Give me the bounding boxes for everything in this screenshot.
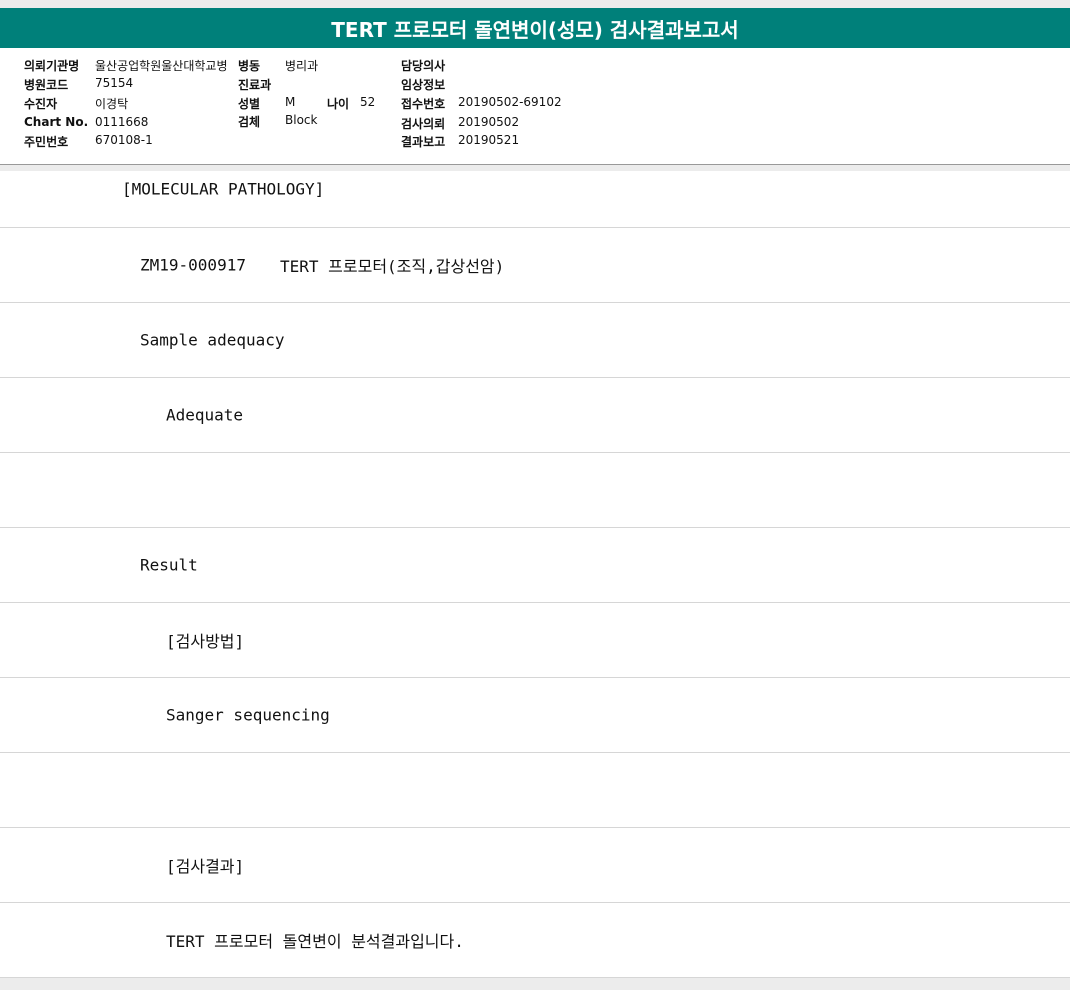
hospital-code-value: 75154 (95, 76, 134, 90)
test-id: ZM19-000917 (140, 255, 246, 275)
accession-label: 접수번호 (401, 97, 446, 111)
report-line: [검사결과] (0, 828, 1070, 903)
report-date-label: 결과보고 (401, 135, 446, 149)
result-text: TERT 프로모터 돌연변이 분석결과입니다. (166, 932, 464, 951)
chart-label: Chart No. (24, 115, 89, 129)
patient-label: 수진자 (24, 97, 58, 111)
report-line: Sanger sequencing (0, 678, 1070, 753)
patient-info-panel: 의뢰기관명 울산공업학원울산대학교병 병동 병리과 담당의사 병원코드 7515… (0, 48, 1070, 165)
accession-value: 20190502-69102 (458, 95, 562, 109)
clinical-info-label: 임상정보 (401, 78, 446, 92)
specimen-value: Block (285, 113, 318, 127)
report-body: [MOLECULAR PATHOLOGY] ZM19-000917 TERT 프… (0, 171, 1070, 978)
request-date-label: 검사의뢰 (401, 117, 446, 131)
ward-label: 병동 (238, 59, 261, 73)
report-line-empty (0, 453, 1070, 528)
method-header: [검사방법] (166, 632, 245, 651)
resident-value: 670108-1 (95, 133, 153, 147)
sample-adequacy-value: Adequate (166, 405, 244, 425)
report-line-empty (0, 753, 1070, 828)
chart-value: 0111668 (95, 115, 149, 129)
hospital-code-label: 병원코드 (24, 78, 69, 92)
department-label: 진료과 (238, 78, 272, 92)
age-value: 52 (360, 95, 376, 109)
institution-value: 울산공업학원울산대학교병 (95, 59, 228, 73)
doctor-label: 담당의사 (401, 59, 446, 73)
section-header: [MOLECULAR PATHOLOGY] (122, 179, 325, 199)
report-title: TERT 프로모터 돌연변이(성모) 검사결과보고서 (0, 8, 1070, 48)
resident-label: 주민번호 (24, 135, 69, 149)
sex-label: 성별 (238, 97, 261, 111)
report-line: [MOLECULAR PATHOLOGY] (0, 171, 1070, 228)
specimen-label: 검체 (238, 115, 261, 129)
request-date-value: 20190502 (458, 115, 520, 129)
result-label: Result (140, 555, 198, 575)
method-value: Sanger sequencing (166, 705, 330, 725)
report-line: ZM19-000917 TERT 프로모터(조직,갑상선암) (0, 228, 1070, 303)
report-line: Result (0, 528, 1070, 603)
report-line: TERT 프로모터 돌연변이 분석결과입니다. (0, 903, 1070, 978)
institution-label: 의뢰기관명 (24, 59, 80, 73)
test-name: TERT 프로모터(조직,갑상선암) (280, 257, 505, 276)
sex-value: M (285, 95, 296, 109)
report-date-value: 20190521 (458, 133, 520, 147)
report-line: Sample adequacy (0, 303, 1070, 378)
ward-value: 병리과 (285, 59, 319, 73)
age-label: 나이 (327, 97, 350, 111)
patient-value: 이경탁 (95, 97, 129, 111)
sample-adequacy-label: Sample adequacy (140, 330, 285, 350)
report-line: Adequate (0, 378, 1070, 453)
result-header: [검사결과] (166, 857, 245, 876)
report-line: [검사방법] (0, 603, 1070, 678)
